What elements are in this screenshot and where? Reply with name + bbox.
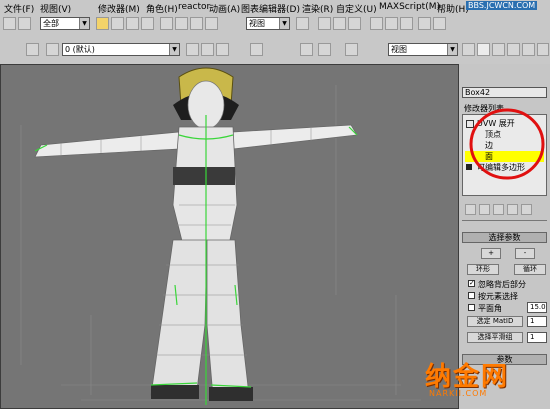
remove-modifier-icon[interactable]: [507, 204, 518, 215]
menu-reactor[interactable]: reactor: [178, 2, 210, 12]
effects-icon[interactable]: [318, 43, 331, 56]
ring-button[interactable]: 环形: [467, 264, 499, 275]
chevron-down-icon: ▼: [79, 18, 89, 29]
mirror-icon[interactable]: [318, 17, 331, 30]
select-object-icon[interactable]: [96, 17, 109, 30]
layer-properties-icon[interactable]: [250, 43, 263, 56]
rotate-icon[interactable]: [175, 17, 188, 30]
eye-icon[interactable]: [46, 43, 59, 56]
undo-icon[interactable]: [3, 17, 16, 30]
select-by-element-checkbox[interactable]: [468, 292, 475, 299]
watermark-top: BBS.JCWCN.COM: [466, 1, 538, 10]
grow-button[interactable]: +: [481, 248, 501, 259]
planar-angle-label: 平面角: [478, 304, 502, 313]
ref-coord-value: 视图: [249, 19, 265, 28]
planar-angle-value: 15.0: [530, 303, 546, 311]
motion-tab-icon[interactable]: [507, 43, 520, 56]
make-unique-icon[interactable]: [493, 204, 504, 215]
create-tab-icon[interactable]: [462, 43, 475, 56]
configure-sets-icon[interactable]: [521, 204, 532, 215]
ref-coord-combo[interactable]: 视图 ▼: [246, 17, 290, 30]
align-icon[interactable]: [333, 17, 346, 30]
character-model: [20, 67, 421, 405]
object-name-value: Box42: [465, 88, 491, 97]
move-icon[interactable]: [160, 17, 173, 30]
layer-combo[interactable]: 0 (默认) ▼: [62, 43, 180, 56]
menu-bar: 文件(F) 视图(V) 修改器(M) 角色(H) reactor 动画(A) 图…: [0, 0, 550, 15]
planar-angle-spinner[interactable]: 15.0: [527, 302, 547, 313]
scale-icon[interactable]: [190, 17, 203, 30]
display-tab-icon[interactable]: [522, 43, 535, 56]
menu-maxscript[interactable]: MAXScript(M): [379, 2, 440, 12]
selection-filter-combo[interactable]: 全部 ▼: [40, 17, 90, 30]
select-matid-button[interactable]: 选定 MatID: [467, 316, 523, 327]
utilities-tab-icon[interactable]: [537, 43, 549, 56]
chevron-down-icon: ▼: [169, 44, 179, 55]
layer-set-icon[interactable]: [216, 43, 229, 56]
pin-stack-icon[interactable]: [465, 204, 476, 215]
rect-select-icon[interactable]: [126, 17, 139, 30]
layer-select-icon[interactable]: [201, 43, 214, 56]
watermark-logo-sub: NARKII.COM: [429, 389, 488, 398]
chevron-down-icon: ▼: [447, 44, 457, 55]
perspective-viewport[interactable]: [0, 64, 459, 409]
show-end-result-icon[interactable]: [479, 204, 490, 215]
layer-icon[interactable]: [26, 43, 39, 56]
redo-icon[interactable]: [18, 17, 31, 30]
render-env-icon[interactable]: [300, 43, 313, 56]
matid-spinner[interactable]: 1: [527, 316, 547, 327]
hierarchy-tab-icon[interactable]: [492, 43, 505, 56]
planar-angle-checkbox[interactable]: [468, 304, 475, 311]
schematic-view-icon[interactable]: [385, 17, 398, 30]
watermark-logo-text: 纳金网: [425, 362, 510, 392]
selection-filter-value: 全部: [43, 19, 59, 28]
watermark-logo: 纳金网 NARKII.COM: [425, 356, 545, 406]
shrink-button[interactable]: -: [515, 248, 535, 259]
chevron-down-icon: ▼: [279, 18, 289, 29]
window-crossing-icon[interactable]: [141, 17, 154, 30]
matid-value: 1: [530, 317, 535, 325]
view-combo[interactable]: 视图 ▼: [388, 43, 458, 56]
view-combo-value: 视图: [391, 45, 407, 54]
ignore-backfaces-label: 忽略背后部分: [478, 280, 526, 289]
render-setup-icon[interactable]: [418, 17, 431, 30]
modify-tab-icon[interactable]: [477, 43, 490, 56]
smoothing-value: 1: [530, 333, 535, 341]
material-editor-icon[interactable]: [400, 17, 413, 30]
curve-editor-icon[interactable]: [370, 17, 383, 30]
material-icon[interactable]: [345, 43, 358, 56]
select-by-element-label: 按元素选择: [478, 292, 518, 301]
layer-manager-icon[interactable]: [348, 17, 361, 30]
ignore-backfaces-checkbox[interactable]: ✓: [468, 280, 475, 287]
quick-render-icon[interactable]: [433, 17, 446, 30]
loop-button[interactable]: 循环: [514, 264, 546, 275]
object-name-field[interactable]: Box42: [462, 87, 547, 98]
smoothing-spinner[interactable]: 1: [527, 332, 547, 343]
main-toolbar: 全部 ▼ 视图 ▼: [0, 13, 550, 36]
layer-add-icon[interactable]: [186, 43, 199, 56]
selection-params-rollout[interactable]: 选择参数: [462, 232, 547, 243]
pivot-icon[interactable]: [296, 17, 309, 30]
select-by-name-icon[interactable]: [111, 17, 124, 30]
select-manipulate-icon[interactable]: [205, 17, 218, 30]
secondary-toolbar: 0 (默认) ▼ 视图 ▼: [0, 35, 550, 65]
layer-value: 0 (默认): [65, 45, 95, 54]
select-smoothing-button[interactable]: 选择平滑组: [467, 332, 523, 343]
panel-divider: [462, 220, 547, 221]
